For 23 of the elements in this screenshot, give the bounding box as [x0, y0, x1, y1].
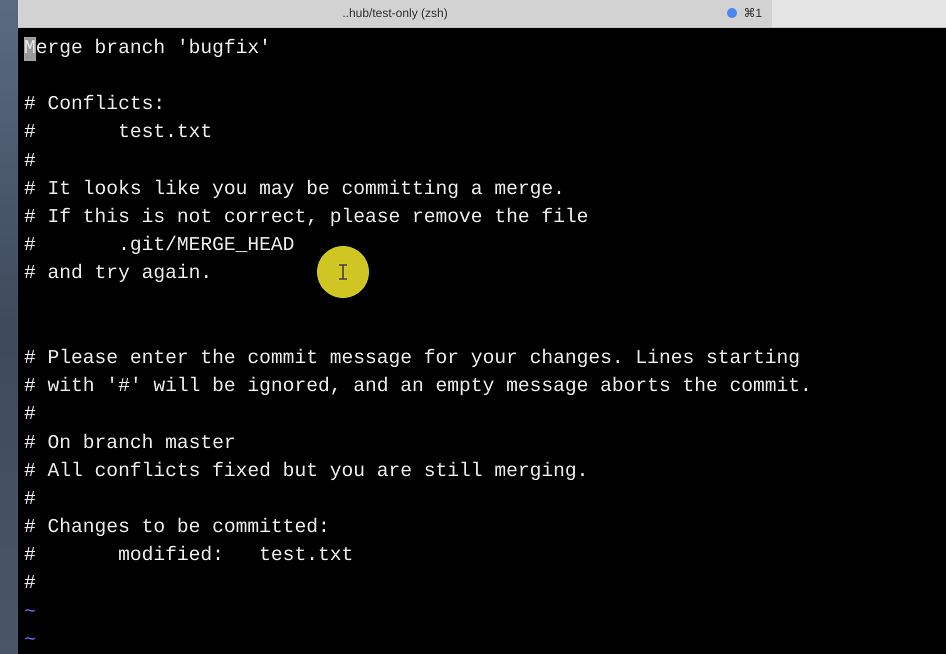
mouse-highlight-icon	[317, 246, 369, 298]
editor-line: # .git/MERGE_HEAD	[24, 234, 294, 256]
editor-line: #	[24, 572, 36, 594]
editor-line: # It looks like you may be committing a merge.	[24, 178, 565, 200]
editor-line: # All conflicts fixed but you are still merging.	[24, 460, 588, 482]
editor-line: # and try again.	[24, 262, 212, 284]
editor-line: # Please enter the commit message for your changes. Lines starting	[24, 346, 800, 369]
editor-line: # Changes to be committed:	[24, 516, 330, 538]
terminal-tab[interactable]: ..hub/test-only (zsh) ⌘1	[18, 0, 772, 27]
activity-dot-icon	[727, 8, 737, 18]
editor-line: # test.txt	[24, 121, 212, 144]
editor-line: #	[24, 150, 36, 172]
editor-line: # On branch master	[24, 432, 236, 454]
editor-line: #	[24, 488, 36, 510]
editor-line: # modified: test.txt	[24, 544, 354, 566]
empty-line-marker: ~	[24, 600, 36, 623]
editor-line: #	[24, 403, 36, 426]
tab-shortcut: ⌘1	[743, 6, 762, 20]
editor-line: # Conflicts:	[24, 93, 166, 116]
tab-title: ..hub/test-only (zsh)	[342, 6, 448, 20]
editor-line: # with '#' will be ignored, and an empty message aborts the commit.	[24, 375, 812, 398]
editor-line: # If this is not correct, please remove the file	[24, 206, 588, 228]
empty-line-marker: ~	[24, 628, 36, 651]
